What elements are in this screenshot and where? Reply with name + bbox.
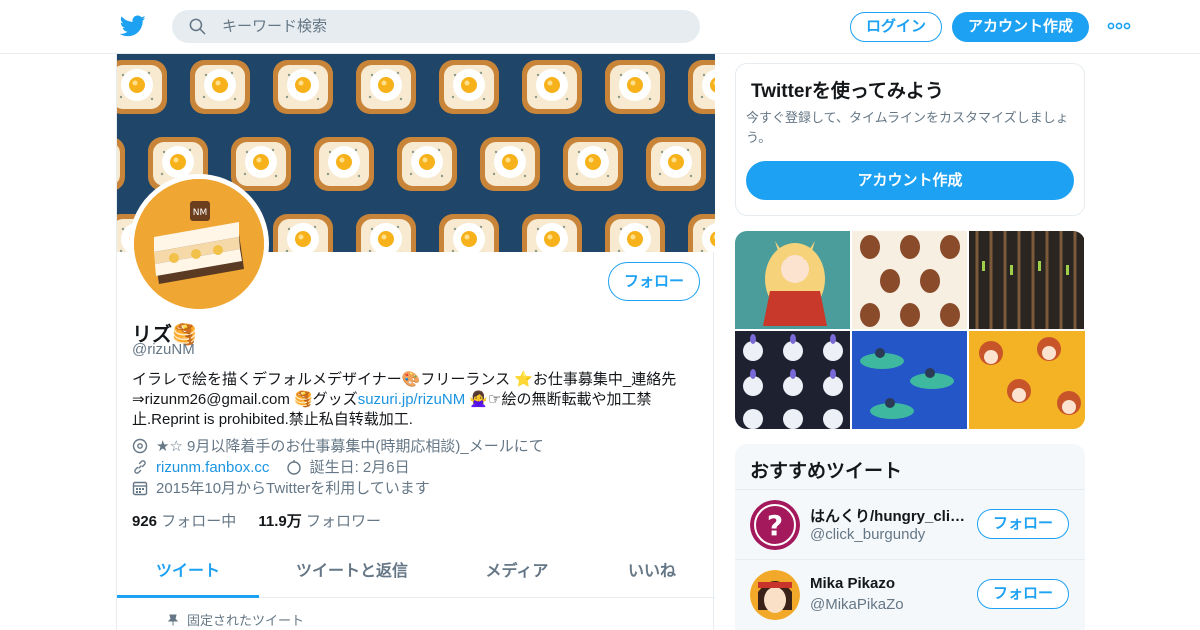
followers-stat[interactable]: 11.9万 フォロワー (258, 513, 381, 530)
profile-handle[interactable]: @rizuNM (132, 341, 195, 358)
recommended-user[interactable]: Mika Pikazo @MikaPikaZo フォロー (735, 559, 1085, 629)
tab-media[interactable]: メディア (457, 550, 577, 598)
avatar[interactable]: ? (750, 500, 800, 550)
pin-icon (167, 614, 179, 626)
recommended-title: おすすめツイート (750, 461, 903, 482)
profile-column: NM フォロー リズ🥞 @rizuNM イラレで絵を描くデフォルメデザイナー🎨フ… (116, 54, 715, 630)
media-thumb-image (979, 337, 1081, 415)
pinned-text: 固定されたツイート (187, 613, 305, 628)
followers-label: フォロワー (305, 513, 381, 530)
location-text: ★☆ 9月以降着手のお仕事募集中(時期応相談)_メールにて (156, 438, 544, 455)
following-label: フォロー中 (161, 513, 237, 530)
recommended-user-name[interactable]: はんくり/hungry_clicker (810, 505, 970, 526)
signup-card-title: Twitterを使ってみよう (751, 81, 944, 102)
following-count: 926 (132, 513, 158, 530)
recommended-tweets: おすすめツイート ? はんくり/hungry_clicker @click_bu… (735, 444, 1085, 630)
website-link[interactable]: rizunm.fanbox.cc (156, 459, 269, 476)
media-thumb[interactable] (735, 231, 850, 329)
media-thumb-image (860, 348, 954, 419)
followers-count: 11.9万 (258, 513, 302, 530)
profile-avatar[interactable]: NM (129, 174, 269, 314)
more-icon[interactable] (1107, 20, 1131, 32)
profile-website-row: rizunm.fanbox.cc 誕生日: 2月6日 (132, 458, 410, 478)
recommended-user[interactable]: ? はんくり/hungry_clicker @click_burgundy フォ… (735, 489, 1085, 559)
follow-button[interactable]: フォロー (977, 579, 1069, 609)
search-input[interactable] (222, 10, 682, 43)
profile-bio: イラレで絵を描くデフォルメデザイナー🎨フリーランス ⭐お仕事募集中_連絡先⇒ri… (132, 370, 702, 430)
media-thumb-image (975, 231, 1077, 329)
tab-tweets[interactable]: ツイート (117, 550, 259, 598)
question-avatar-image: ? (750, 500, 800, 550)
media-thumb[interactable] (852, 231, 967, 329)
search-icon (189, 18, 206, 35)
media-thumb-image (860, 235, 960, 327)
pinned-tweet-label: 固定されたツイート (167, 610, 304, 629)
location-icon (132, 438, 148, 454)
svg-text:NM: NM (193, 208, 208, 218)
media-grid (735, 231, 1085, 429)
svg-text:?: ? (767, 509, 783, 542)
tab-tweets-and-replies[interactable]: ツイートと返信 (282, 550, 422, 598)
avatar[interactable] (750, 570, 800, 620)
search-bar[interactable] (172, 10, 700, 43)
illustrated-avatar-image (750, 570, 800, 620)
top-navigation-bar: ログイン アカウント作成 (0, 0, 1200, 54)
media-thumb[interactable] (969, 231, 1084, 329)
follow-button[interactable]: フォロー (977, 509, 1069, 539)
media-thumb[interactable] (735, 331, 850, 429)
signup-card-description: 今すぐ登録して、タイムラインをカスタマイズしましょう。 (746, 110, 1069, 145)
birthday-text: 誕生日: 2月6日 (309, 459, 410, 476)
bio-link[interactable]: suzuri.jp/rizuNM (358, 391, 466, 408)
calendar-icon (132, 481, 148, 496)
media-thumb[interactable] (969, 331, 1085, 429)
tab-likes[interactable]: いいね (597, 550, 707, 598)
recommended-user-handle: @click_burgundy (810, 526, 926, 543)
profile-location: ★☆ 9月以降着手のお仕事募集中(時期応相談)_メールにて (132, 437, 544, 457)
joined-text: 2015年10月からTwitterを利用しています (156, 480, 430, 497)
signup-card-button[interactable]: アカウント作成 (746, 161, 1074, 200)
follow-counts: 926 フォロー中 11.9万 フォロワー (132, 510, 381, 531)
following-stat[interactable]: 926 フォロー中 (132, 513, 236, 530)
media-thumb-image (763, 241, 827, 326)
follow-button[interactable]: フォロー (608, 262, 700, 301)
cake-avatar-image: NM (134, 179, 264, 309)
signup-button[interactable]: アカウント作成 (952, 12, 1089, 42)
link-icon (134, 460, 146, 474)
media-thumb[interactable] (852, 331, 967, 429)
profile-joined: 2015年10月からTwitterを利用しています (132, 479, 430, 499)
signup-card: Twitterを使ってみよう 今すぐ登録して、タイムラインをカスタマイズしましょ… (735, 63, 1085, 216)
twitter-bird-icon[interactable] (120, 13, 146, 39)
recommended-user-name[interactable]: Mika Pikazo (810, 575, 970, 592)
recommended-user-handle: @MikaPikaZo (810, 596, 904, 613)
login-button[interactable]: ログイン (850, 12, 942, 42)
media-thumb-image (743, 334, 843, 429)
profile-tabs: ツイート ツイートと返信 メディア いいね (117, 550, 715, 598)
birthday-icon (286, 460, 301, 475)
